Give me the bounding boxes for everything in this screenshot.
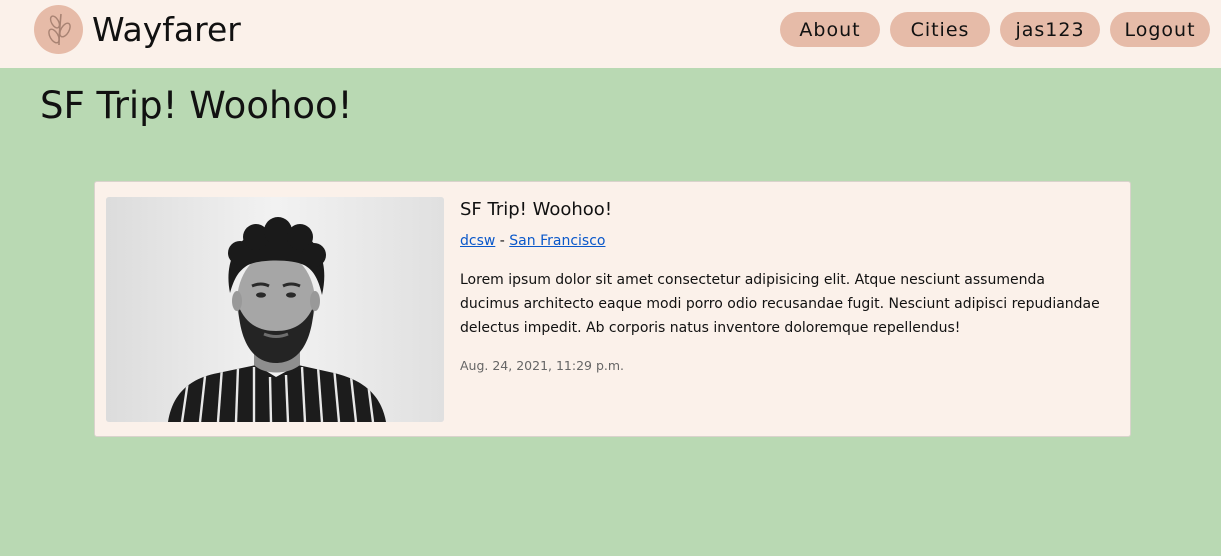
post-author-link[interactable]: dcsw [460, 233, 495, 249]
nav-about-button[interactable]: About [780, 12, 880, 47]
post-body: SF Trip! Woohoo! dcsw - San Francisco Lo… [460, 199, 1100, 373]
post-city-link[interactable]: San Francisco [509, 233, 605, 249]
nav-links: About Cities jas123 Logout [780, 12, 1210, 47]
top-navbar: Wayfarer About Cities jas123 Logout [0, 0, 1221, 68]
page-title: SF Trip! Woohoo! [40, 84, 353, 127]
nav-cities-button[interactable]: Cities [890, 12, 990, 47]
meta-separator: - [495, 233, 510, 249]
leaf-branch-icon [34, 4, 83, 54]
post-meta: dcsw - San Francisco [460, 233, 1100, 249]
brand[interactable]: Wayfarer [34, 4, 241, 54]
post-photo [106, 197, 444, 422]
post-timestamp: Aug. 24, 2021, 11:29 p.m. [460, 358, 625, 373]
nav-profile-button[interactable]: jas123 [1000, 12, 1100, 47]
nav-logout-button[interactable]: Logout [1110, 12, 1210, 47]
post-content: Lorem ipsum dolor sit amet consectetur a… [460, 272, 1100, 336]
brand-name: Wayfarer [92, 9, 241, 49]
post-card: SF Trip! Woohoo! dcsw - San Francisco Lo… [94, 181, 1131, 437]
post-title: SF Trip! Woohoo! [460, 199, 613, 220]
